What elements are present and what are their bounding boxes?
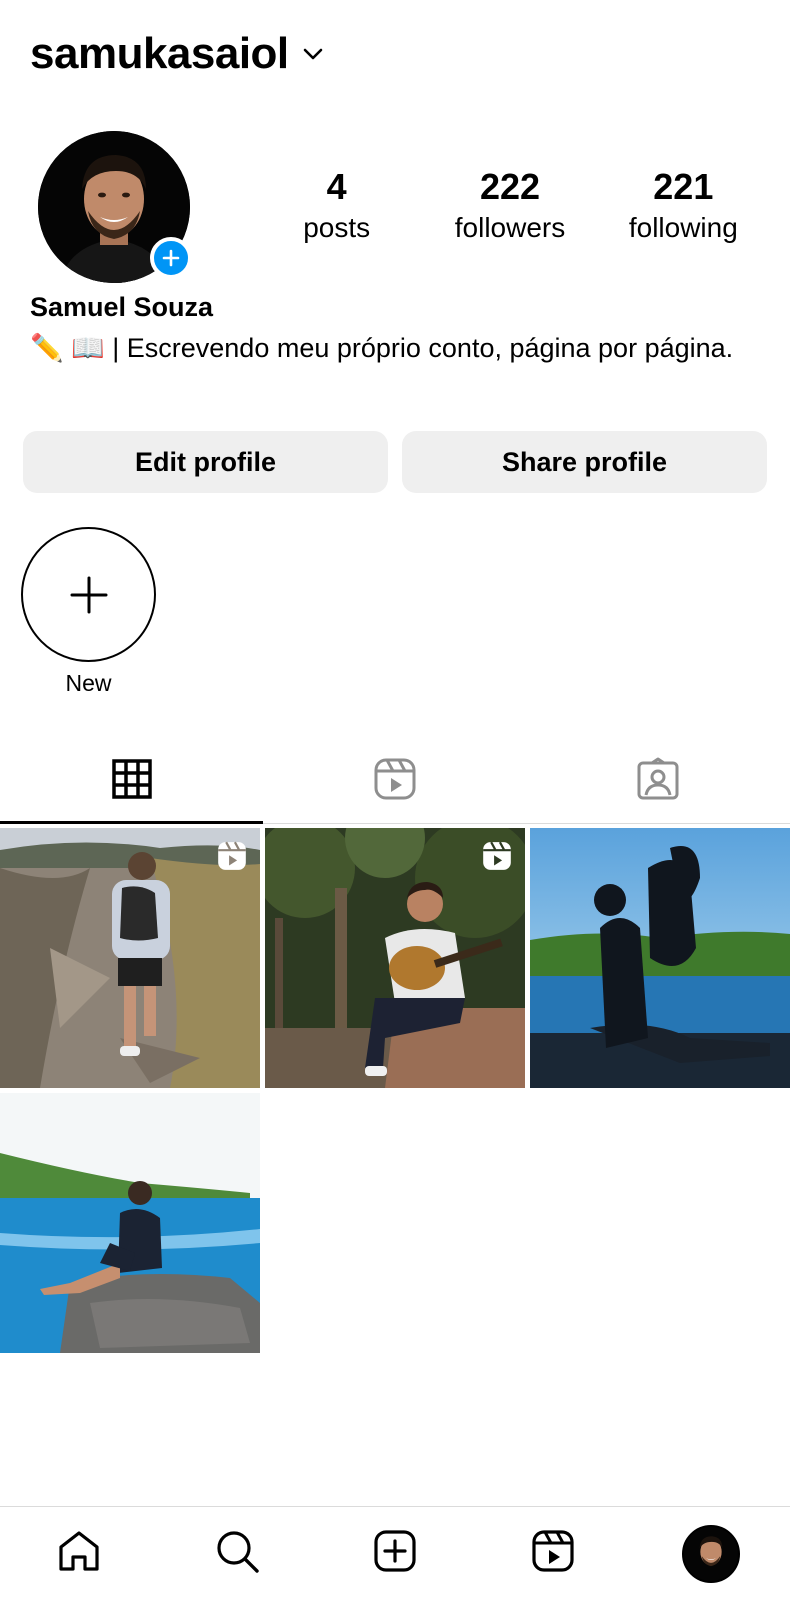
post-thumbnail[interactable] [530, 828, 790, 1088]
bottom-nav [0, 1506, 790, 1600]
profile-header: samukasaiol [30, 26, 327, 82]
reels-icon [531, 1529, 575, 1578]
new-highlight-circle[interactable] [21, 527, 156, 662]
edit-profile-button[interactable]: Edit profile [23, 431, 388, 493]
create-icon [373, 1529, 417, 1578]
nav-reels[interactable] [518, 1519, 588, 1589]
stat-value: 222 [479, 166, 541, 207]
stat-value: 221 [653, 166, 714, 207]
new-highlight[interactable]: New [21, 527, 156, 697]
share-profile-button[interactable]: Share profile [402, 431, 767, 493]
nav-create[interactable] [360, 1519, 430, 1589]
full-name: Samuel Souza [30, 292, 214, 322]
profile-tabs [0, 740, 790, 824]
home-icon [55, 1527, 103, 1580]
stat-posts[interactable]: 4 posts [250, 166, 423, 248]
nav-search[interactable] [202, 1519, 272, 1589]
stat-followers[interactable]: 222 followers [423, 166, 596, 248]
username[interactable]: samukasaiol [30, 29, 289, 79]
stat-following[interactable]: 221 following [597, 166, 770, 248]
reels-icon [373, 757, 417, 806]
stat-label: following [628, 212, 738, 243]
plus-icon [70, 576, 107, 613]
profile-avatar [682, 1524, 740, 1583]
new-highlight-label: New [65, 670, 112, 696]
stat-value: 4 [326, 166, 347, 207]
tab-posts-grid[interactable] [0, 740, 264, 824]
profile-actions: Edit profile Share profile [23, 431, 767, 493]
grid-icon [111, 759, 152, 804]
reels-icon [481, 840, 513, 877]
post-image-sea-rock [0, 1093, 260, 1353]
post-thumbnail[interactable] [0, 828, 260, 1088]
stat-label: posts [303, 212, 371, 243]
profile-stats: 4 posts 222 followers 221 following [250, 166, 770, 248]
stat-label: followers [454, 212, 566, 243]
add-story-plus-icon[interactable] [150, 237, 192, 279]
bio-text: ✏️ 📖 | Escrevendo meu próprio conto, pág… [30, 333, 734, 363]
post-thumbnail[interactable] [0, 1093, 260, 1353]
profile-avatar[interactable] [38, 131, 192, 283]
reels-icon [216, 840, 248, 877]
nav-profile[interactable] [676, 1519, 746, 1589]
nav-home[interactable] [44, 1519, 114, 1589]
tagged-icon [636, 757, 680, 806]
tab-reels[interactable] [263, 740, 526, 823]
posts-grid [0, 828, 790, 1353]
post-thumbnail[interactable] [265, 828, 525, 1088]
chevron-down-icon[interactable] [301, 41, 327, 67]
tab-tagged[interactable] [527, 740, 790, 823]
search-icon [214, 1528, 260, 1579]
post-image-couple [530, 828, 790, 1088]
